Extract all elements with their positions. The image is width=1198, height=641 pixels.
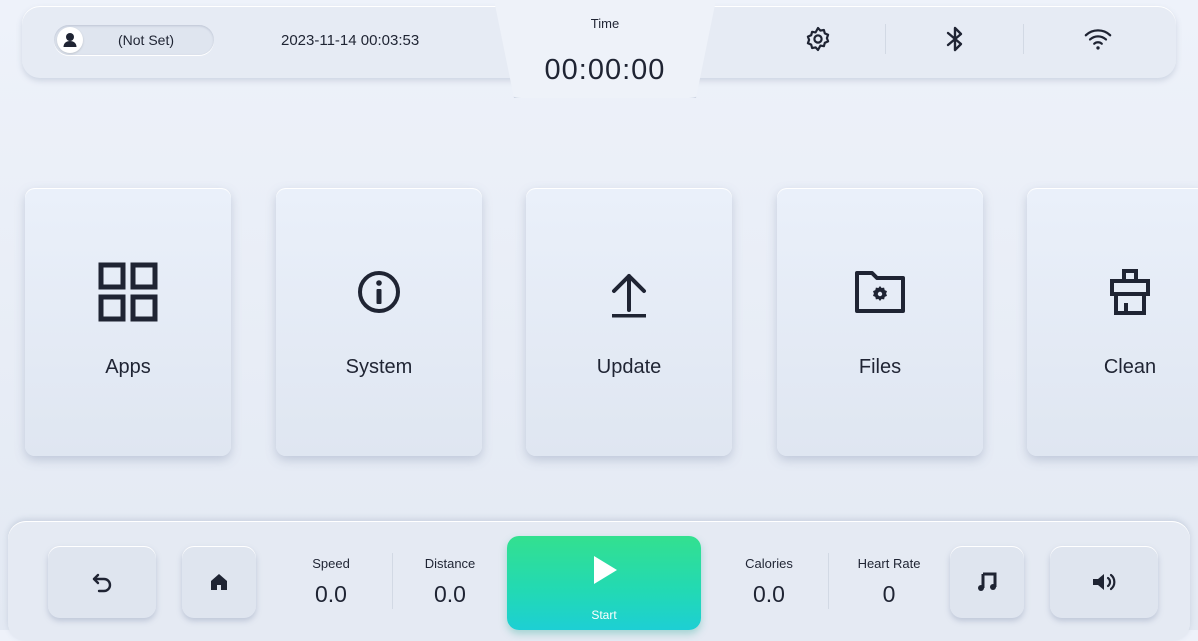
speed-label: Speed: [312, 556, 350, 571]
card-label-clean: Clean: [1103, 356, 1157, 378]
files-card[interactable]: Files: [777, 188, 983, 456]
start-button[interactable]: Start: [507, 536, 701, 630]
heart-rate-value: 0: [882, 581, 896, 607]
upload-icon: [612, 274, 646, 318]
calories-value: 0.0: [753, 581, 785, 607]
card-icon-wrap: [777, 264, 983, 320]
wifi-icon: [1084, 29, 1112, 50]
heart-rate-stat: Heart Rate 0: [839, 556, 939, 608]
divider: [885, 24, 886, 54]
current-datetime: 2023-11-14 00:03:53: [281, 32, 420, 49]
timer-label: Time: [590, 16, 620, 31]
volume-icon: [1093, 573, 1116, 591]
card-label-files: Files: [858, 356, 902, 378]
bluetooth-icon: [946, 26, 963, 52]
gear-icon: [806, 26, 830, 52]
distance-stat: Distance 0.0: [400, 556, 500, 608]
speed-stat: Speed 0.0: [281, 556, 381, 608]
bluetooth-button[interactable]: [940, 24, 970, 54]
folder-settings-icon: [855, 271, 905, 313]
heart-rate-label: Heart Rate: [857, 556, 921, 571]
card-icon-wrap: [526, 264, 732, 320]
user-name: (Not Set): [118, 32, 175, 48]
calories-label: Calories: [745, 556, 793, 571]
apps-card[interactable]: Apps: [25, 188, 231, 456]
home-button[interactable]: [182, 546, 256, 618]
session-timer: Time 00:00:00: [494, 0, 716, 98]
card-icon-wrap: [276, 264, 482, 320]
timer-value: 00:00:00: [544, 54, 666, 86]
play-icon: [594, 556, 617, 584]
divider: [1023, 24, 1024, 54]
clean-card[interactable]: Clean: [1027, 188, 1198, 456]
divider: [828, 553, 829, 609]
back-button[interactable]: [48, 546, 156, 618]
card-label-apps: Apps: [105, 356, 151, 378]
info-icon: [358, 271, 400, 313]
undo-icon: [92, 573, 112, 593]
music-button[interactable]: [950, 546, 1024, 618]
card-label-update: Update: [596, 356, 662, 378]
home-icon: [211, 574, 227, 590]
distance-value: 0.0: [434, 581, 466, 607]
calories-stat: Calories 0.0: [719, 556, 819, 608]
user-icon: [63, 33, 77, 47]
user-avatar: [57, 27, 83, 53]
card-label-system: System: [345, 356, 413, 378]
clean-icon: [1110, 269, 1150, 315]
card-icon-wrap: [1027, 264, 1198, 320]
update-card[interactable]: Update: [526, 188, 732, 456]
user-profile-button[interactable]: (Not Set): [54, 25, 214, 55]
wifi-button[interactable]: [1083, 24, 1113, 54]
grid-icon: [98, 262, 158, 322]
system-card[interactable]: System: [276, 188, 482, 456]
distance-label: Distance: [424, 556, 476, 571]
volume-button[interactable]: [1050, 546, 1158, 618]
start-label: Start: [591, 608, 617, 622]
card-icon-wrap: [25, 262, 231, 322]
settings-button[interactable]: [803, 24, 833, 54]
speed-value: 0.0: [315, 581, 347, 607]
music-icon: [978, 572, 997, 591]
divider: [392, 553, 393, 609]
